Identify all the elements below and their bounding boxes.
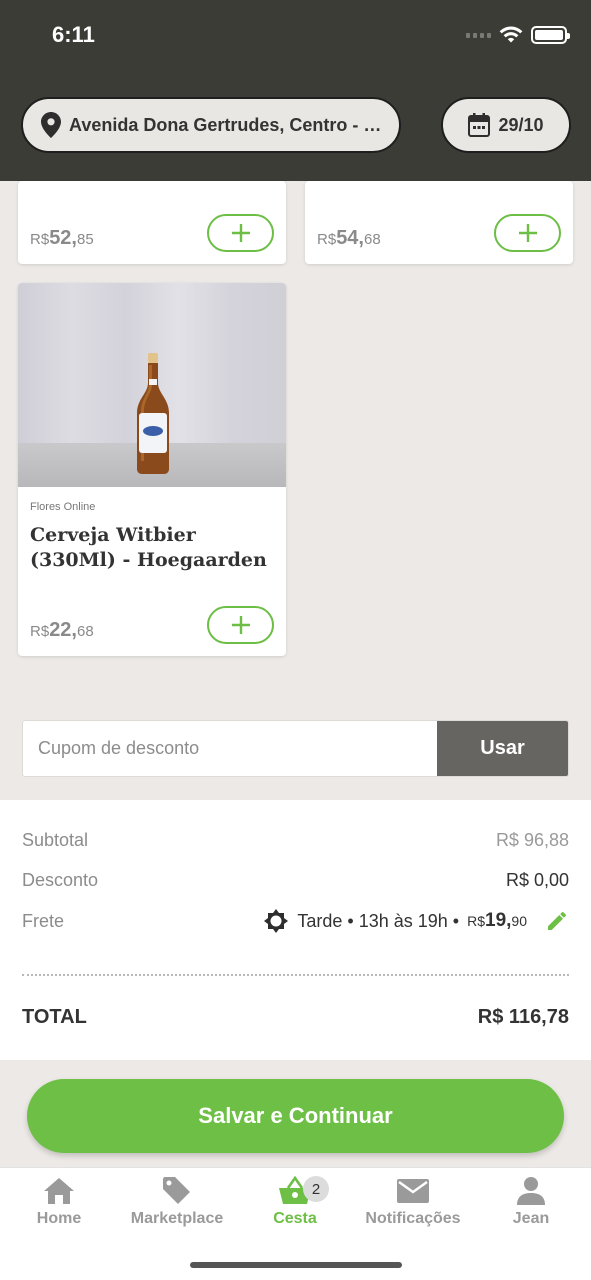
discount-label: Desconto (22, 870, 99, 890)
cart-count-badge: 2 (303, 1176, 329, 1202)
subtotal-value: R$ 96,88 (495, 830, 569, 850)
signal-icon (466, 32, 491, 38)
address-text: Avenida Dona Gertrudes, Centro - São Pau… (69, 114, 387, 135)
add-to-cart-button[interactable] (207, 214, 274, 252)
discount-row: Desconto R$ 0,00 (22, 870, 569, 891)
tab-cesta-label: Cesta (273, 1210, 317, 1227)
date-text: 29/10 (498, 114, 544, 135)
calendar-icon (468, 113, 491, 137)
tab-cesta[interactable]: 2 Cesta (236, 1176, 354, 1228)
coupon-form: Usar (22, 720, 569, 777)
plus-icon (231, 616, 250, 634)
shipping-price: R$19,90 (467, 910, 527, 931)
add-to-cart-button[interactable] (494, 214, 561, 252)
shipping-info: Tarde • 13h às 19h • R$19,90 (263, 908, 569, 934)
product-price: R$52,85 (30, 227, 94, 249)
divider (22, 974, 569, 976)
store-name: Flores Online (30, 501, 96, 513)
tab-profile[interactable]: Jean (472, 1176, 590, 1228)
total-label: TOTAL (22, 1006, 87, 1028)
product-image (18, 283, 286, 487)
shipping-label: Frete (22, 910, 65, 931)
tab-marketplace-label: Marketplace (130, 1210, 224, 1227)
discount-value: R$ 0,00 (505, 870, 569, 890)
product-price: R$22,68 (30, 619, 94, 641)
location-pin-icon (41, 112, 61, 138)
date-selector[interactable]: 29/10 (441, 97, 571, 153)
add-to-cart-button[interactable] (207, 606, 274, 644)
product-price: R$54,68 (317, 227, 381, 249)
envelope-icon (397, 1179, 429, 1203)
address-selector[interactable]: Avenida Dona Gertrudes, Centro - São Pau… (21, 97, 401, 153)
shipping-desc: Tarde • 13h às 19h • (297, 910, 460, 931)
product-name: Cerveja Witbier (330Ml) - Hoegaarden (30, 524, 267, 571)
tab-home[interactable]: Home (0, 1176, 118, 1228)
product-card[interactable]: R$52,85 (18, 181, 286, 264)
apply-coupon-button[interactable]: Usar (437, 721, 568, 776)
tab-notificacoes[interactable]: Notificações (354, 1176, 472, 1228)
user-icon (517, 1177, 545, 1205)
battery-icon (531, 26, 570, 44)
plus-icon (231, 224, 250, 242)
subtotal-label: Subtotal (22, 830, 89, 850)
total-row: TOTAL R$ 116,78 (22, 1006, 569, 1029)
shipping-row: Frete Tarde • 13h às 19h • R$19,90 (22, 908, 569, 934)
top-header: 6:11 Avenida Dona Gertrudes, Centro - Sã… (0, 0, 591, 181)
status-time: 6:11 (52, 22, 95, 47)
home-indicator (190, 1262, 402, 1268)
home-icon (44, 1178, 74, 1204)
wifi-icon (499, 26, 523, 43)
save-continue-button[interactable]: Salvar e Continuar (27, 1079, 564, 1153)
tab-notificacoes-label: Notificações (365, 1210, 461, 1227)
order-summary: Subtotal R$ 96,88 Desconto R$ 0,00 Frete… (0, 800, 591, 1060)
total-value: R$ 116,78 (477, 1006, 569, 1028)
status-icons (466, 26, 570, 44)
product-card[interactable]: R$54,68 (305, 181, 573, 264)
product-card[interactable]: Flores Online Cerveja Witbier (330Ml) - … (18, 283, 286, 656)
subtotal-row: Subtotal R$ 96,88 (22, 830, 569, 851)
plus-icon (518, 224, 537, 242)
sun-icon (264, 909, 289, 933)
tab-home-label: Home (36, 1210, 82, 1227)
tab-profile-label: Jean (512, 1210, 550, 1227)
coupon-input[interactable] (23, 721, 437, 776)
edit-pencil-icon[interactable] (545, 909, 569, 933)
tab-marketplace[interactable]: Marketplace (118, 1176, 236, 1228)
tag-icon (163, 1177, 190, 1204)
